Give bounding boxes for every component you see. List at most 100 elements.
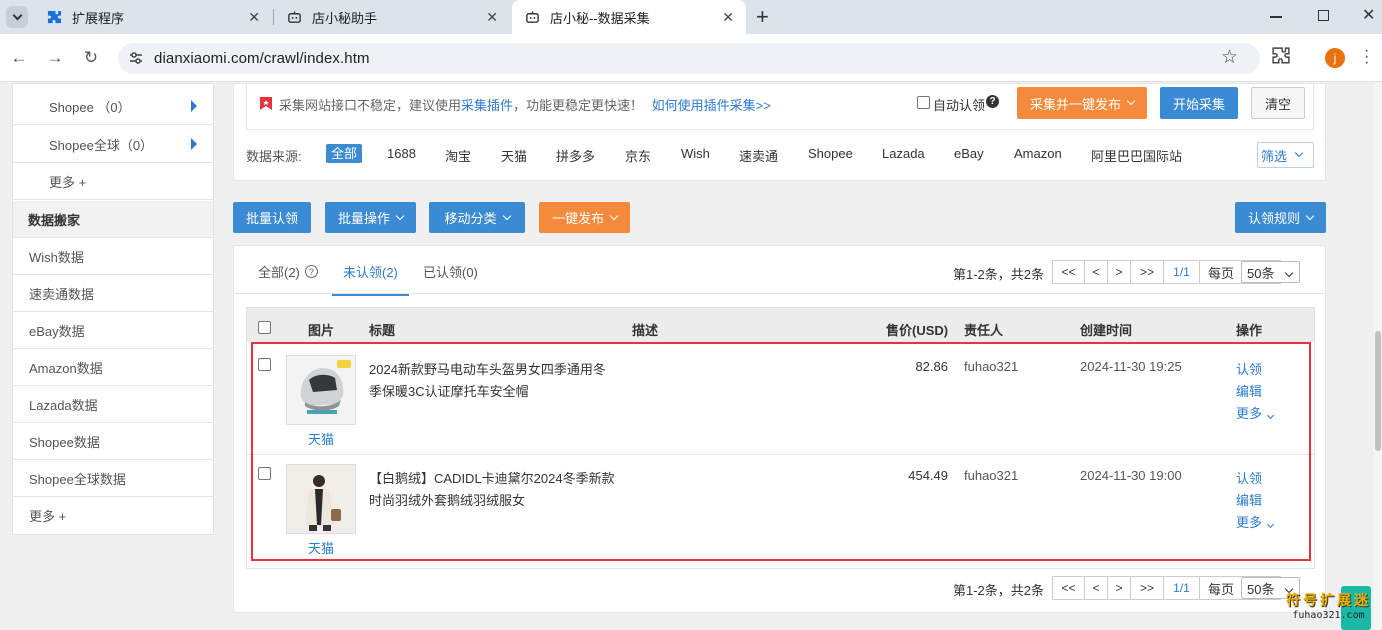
close-icon[interactable]: ✕ bbox=[722, 9, 734, 26]
auto-claim-checkbox[interactable] bbox=[917, 96, 930, 109]
pagination-next[interactable]: > bbox=[1108, 576, 1131, 600]
notice-prefix: 采集网站接口不稳定，建议使用 bbox=[279, 98, 462, 113]
tab-list-button[interactable] bbox=[6, 6, 28, 28]
sidebar-item-shopee-data[interactable]: Shopee数据 bbox=[13, 423, 213, 460]
source-aliexpress[interactable]: 速卖通 bbox=[739, 146, 778, 165]
bot-icon bbox=[524, 9, 540, 25]
back-arrow-icon[interactable]: ← bbox=[9, 48, 29, 68]
sidebar-item-shopee[interactable]: Shopee （0） bbox=[13, 88, 213, 125]
reload-icon[interactable]: ↻ bbox=[81, 48, 101, 68]
tab-extensions[interactable]: 扩展程序 ✕ bbox=[34, 0, 272, 34]
pagination-summary: 第1-2条，共2条 bbox=[953, 267, 1045, 282]
pagination-next[interactable]: > bbox=[1108, 260, 1131, 284]
pagination-page: 1/1 bbox=[1164, 576, 1200, 600]
sidebar-item-ebay[interactable]: eBay数据 bbox=[13, 312, 213, 349]
extensions-icon[interactable] bbox=[1272, 47, 1290, 68]
minimize-icon[interactable] bbox=[1270, 16, 1282, 18]
button-label: 批量认领 bbox=[245, 211, 298, 226]
source-all[interactable]: 全部 bbox=[326, 144, 363, 163]
per-page-select[interactable]: 50条 bbox=[1241, 261, 1300, 283]
tab-label: 店小秘助手 bbox=[312, 10, 378, 26]
start-crawl-button[interactable]: 开始采集 bbox=[1160, 87, 1238, 119]
batch-claim-button[interactable]: 批量认领 bbox=[233, 202, 311, 233]
sidebar-item-label: Lazada数据 bbox=[29, 397, 98, 413]
how-to-plugin-link[interactable]: 如何使用插件采集>> bbox=[652, 98, 771, 113]
sidebar-item-label: 更多 + bbox=[29, 509, 67, 524]
page-content: Shopee （0） Shopee全球（0） 更多 + 数据搬家 Wish数据 … bbox=[0, 83, 1382, 630]
sidebar-item-wish[interactable]: Wish数据 bbox=[13, 238, 213, 275]
pagination-last[interactable]: >> bbox=[1131, 576, 1164, 600]
claim-rules-button[interactable]: 认领规则 bbox=[1235, 202, 1326, 233]
notice-bookmark-icon bbox=[259, 96, 273, 114]
pagination-prev[interactable]: < bbox=[1085, 576, 1108, 600]
bot-icon bbox=[286, 9, 302, 25]
tab-claimed[interactable]: 已认领(0) bbox=[423, 262, 478, 281]
new-tab-button[interactable]: + bbox=[756, 4, 769, 30]
col-created: 创建时间 bbox=[1080, 323, 1133, 338]
source-tmall[interactable]: 天猫 bbox=[501, 146, 527, 165]
tab-helper[interactable]: 店小秘助手 ✕ bbox=[274, 0, 510, 34]
source-pinduoduo[interactable]: 拼多多 bbox=[556, 146, 595, 165]
scrollbar-thumb[interactable] bbox=[1375, 331, 1381, 451]
close-window-icon[interactable]: ✕ bbox=[1362, 5, 1375, 25]
per-page-value: 50条 bbox=[1247, 265, 1275, 281]
source-lazada[interactable]: Lazada bbox=[882, 146, 925, 161]
sidebar-section-title: 数据搬家 bbox=[13, 201, 213, 238]
tab-all[interactable]: 全部(2) ? bbox=[258, 262, 318, 281]
col-owner: 责任人 bbox=[964, 323, 1004, 338]
move-category-button[interactable]: 移动分类 bbox=[429, 202, 525, 233]
page-scrollbar[interactable] bbox=[1374, 83, 1382, 630]
help-circle-icon[interactable]: ? bbox=[304, 265, 318, 278]
sidebar-item-more-top[interactable]: 更多 + bbox=[13, 163, 213, 200]
section-title-text: 数据搬家 bbox=[28, 212, 81, 228]
close-icon[interactable]: ✕ bbox=[248, 9, 260, 26]
collect-publish-button[interactable]: 采集并一键发布 bbox=[1017, 87, 1147, 119]
forward-arrow-icon[interactable]: → bbox=[45, 48, 65, 68]
pagination-prev[interactable]: < bbox=[1085, 260, 1108, 284]
tab-unclaimed[interactable]: 未认领(2) bbox=[332, 262, 409, 296]
kebab-menu-icon[interactable]: · · · bbox=[1364, 43, 1369, 71]
per-page-label: 每页 bbox=[1208, 265, 1235, 281]
clear-button[interactable]: 清空 bbox=[1251, 87, 1305, 119]
sidebar-item-more[interactable]: 更多 + bbox=[13, 497, 213, 534]
sidebar-item-lazada[interactable]: Lazada数据 bbox=[13, 386, 213, 423]
maximize-icon[interactable] bbox=[1318, 10, 1329, 21]
bookmark-star-icon[interactable]: ☆ bbox=[1221, 46, 1238, 69]
source-ebay[interactable]: eBay bbox=[954, 146, 984, 161]
source-jd[interactable]: 京东 bbox=[625, 146, 651, 165]
sidebar-item-label: Shopee数据 bbox=[29, 434, 100, 450]
batch-ops-button[interactable]: 批量操作 bbox=[325, 202, 416, 233]
watermark-line2: fuhao321.com bbox=[1292, 610, 1365, 621]
collect-plugin-link[interactable]: 采集插件 bbox=[461, 98, 513, 113]
pagination-last[interactable]: >> bbox=[1131, 260, 1164, 284]
chevron-down-icon bbox=[395, 211, 405, 220]
tab-data-crawl[interactable]: 店小秘--数据采集 ✕ bbox=[512, 0, 746, 34]
source-alibaba[interactable]: 阿里巴巴国际站 bbox=[1091, 146, 1182, 165]
close-icon[interactable]: ✕ bbox=[486, 9, 498, 26]
browser-tab-bar: 扩展程序 ✕ 店小秘助手 ✕ 店小秘--数据采集 ✕ + ✕ bbox=[0, 0, 1382, 34]
source-taobao[interactable]: 淘宝 bbox=[445, 146, 471, 165]
source-amazon[interactable]: Amazon bbox=[1014, 146, 1062, 161]
help-icon[interactable]: ? bbox=[986, 95, 999, 108]
one-click-publish-button[interactable]: 一键发布 bbox=[539, 202, 630, 233]
pagination-first[interactable]: << bbox=[1052, 576, 1085, 600]
source-1688[interactable]: 1688 bbox=[387, 146, 416, 161]
col-ops: 操作 bbox=[1236, 323, 1263, 338]
caret-right-icon bbox=[191, 100, 197, 112]
sidebar-item-shopee-global[interactable]: Shopee全球（0） bbox=[13, 126, 213, 163]
tabs-divider bbox=[234, 293, 1325, 294]
filter-dropdown[interactable]: 筛选 bbox=[1257, 142, 1314, 168]
sidebar-item-shopee-global-data[interactable]: Shopee全球数据 bbox=[13, 460, 213, 497]
button-label: 清空 bbox=[1264, 96, 1291, 112]
button-label: 认领规则 bbox=[1247, 211, 1300, 226]
pagination-first[interactable]: << bbox=[1052, 260, 1085, 284]
select-all-checkbox[interactable] bbox=[258, 321, 271, 334]
profile-avatar[interactable]: j bbox=[1325, 48, 1345, 68]
sidebar-item-label: 速卖通数据 bbox=[29, 286, 95, 302]
site-settings-icon[interactable] bbox=[128, 50, 144, 69]
sidebar-item-aliexpress[interactable]: 速卖通数据 bbox=[13, 275, 213, 312]
auto-claim-label: 自动认领 bbox=[933, 98, 986, 113]
source-shopee[interactable]: Shopee bbox=[808, 146, 853, 161]
source-wish[interactable]: Wish bbox=[681, 146, 710, 161]
sidebar-item-amazon[interactable]: Amazon数据 bbox=[13, 349, 213, 386]
